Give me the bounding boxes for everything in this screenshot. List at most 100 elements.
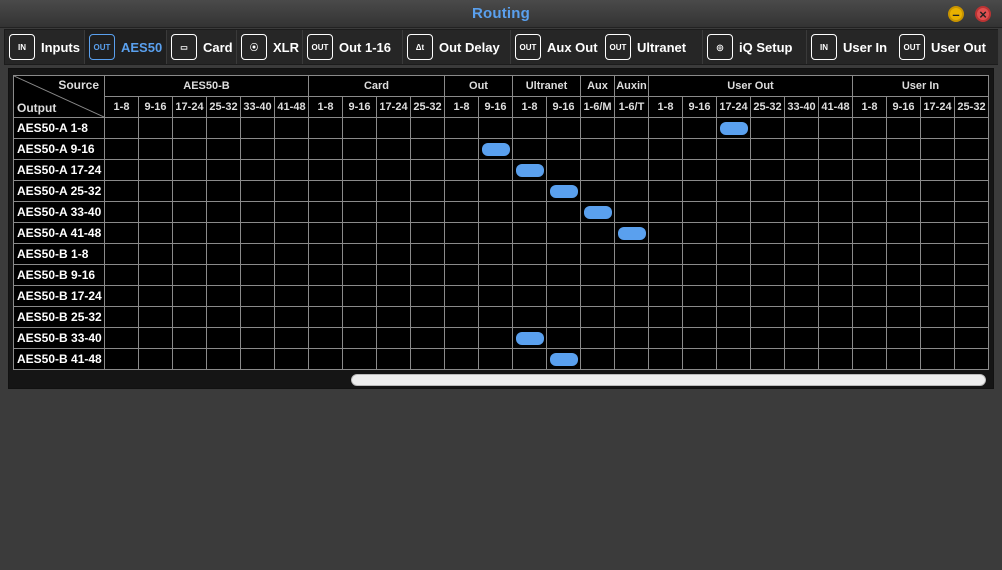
routing-cell[interactable] <box>886 285 921 307</box>
routing-cell[interactable] <box>138 306 173 328</box>
routing-cell[interactable] <box>648 222 683 244</box>
routing-cell[interactable] <box>240 306 275 328</box>
routing-cell[interactable] <box>546 201 581 223</box>
routing-cell[interactable] <box>682 348 717 370</box>
routing-cell[interactable] <box>512 327 547 349</box>
routing-cell[interactable] <box>784 159 819 181</box>
routing-cell[interactable] <box>104 138 139 160</box>
routing-cell[interactable] <box>376 348 411 370</box>
routing-cell[interactable] <box>954 222 989 244</box>
routing-cell[interactable] <box>954 243 989 265</box>
routing-cell[interactable] <box>444 180 479 202</box>
routing-cell[interactable] <box>206 138 241 160</box>
routing-cell[interactable] <box>342 243 377 265</box>
routing-cell[interactable] <box>104 180 139 202</box>
routing-cell[interactable] <box>410 201 445 223</box>
routing-cell[interactable] <box>750 306 785 328</box>
routing-cell[interactable] <box>512 348 547 370</box>
routing-cell[interactable] <box>138 327 173 349</box>
routing-cell[interactable] <box>648 327 683 349</box>
routing-cell[interactable] <box>274 222 309 244</box>
routing-cell[interactable] <box>682 243 717 265</box>
routing-cell[interactable] <box>172 285 207 307</box>
routing-cell[interactable] <box>580 306 615 328</box>
routing-cell[interactable] <box>886 222 921 244</box>
tab-aes50[interactable]: OUT AES50 <box>85 30 167 64</box>
routing-cell[interactable] <box>376 138 411 160</box>
routing-cell[interactable] <box>342 348 377 370</box>
routing-cell[interactable] <box>920 117 955 139</box>
routing-cell[interactable] <box>682 180 717 202</box>
routing-cell[interactable] <box>478 222 513 244</box>
routing-cell[interactable] <box>308 222 343 244</box>
routing-cell[interactable] <box>138 222 173 244</box>
routing-cell[interactable] <box>172 159 207 181</box>
routing-cell[interactable] <box>920 222 955 244</box>
routing-cell[interactable] <box>274 159 309 181</box>
routing-cell[interactable] <box>818 159 853 181</box>
routing-cell[interactable] <box>206 159 241 181</box>
routing-cell[interactable] <box>818 348 853 370</box>
routing-cell[interactable] <box>240 138 275 160</box>
tab-card[interactable]: ▭ Card <box>167 30 237 64</box>
routing-cell[interactable] <box>614 138 649 160</box>
routing-cell[interactable] <box>410 117 445 139</box>
routing-cell[interactable] <box>410 138 445 160</box>
routing-cell[interactable] <box>818 180 853 202</box>
routing-cell[interactable] <box>376 285 411 307</box>
routing-cell[interactable] <box>274 264 309 286</box>
routing-cell[interactable] <box>614 306 649 328</box>
routing-cell[interactable] <box>648 180 683 202</box>
routing-cell[interactable] <box>308 117 343 139</box>
routing-cell[interactable] <box>308 285 343 307</box>
routing-cell[interactable] <box>886 327 921 349</box>
tab-xlr[interactable]: ⦿ XLR <box>237 30 303 64</box>
routing-cell[interactable] <box>342 327 377 349</box>
routing-cell[interactable] <box>886 180 921 202</box>
routing-cell[interactable] <box>512 285 547 307</box>
routing-cell[interactable] <box>852 306 887 328</box>
tab-inputs[interactable]: IN Inputs <box>5 30 85 64</box>
routing-cell[interactable] <box>240 348 275 370</box>
routing-cell[interactable] <box>410 327 445 349</box>
tab-user-out[interactable]: OUT User Out <box>895 30 999 64</box>
routing-cell[interactable] <box>818 201 853 223</box>
routing-cell[interactable] <box>478 264 513 286</box>
routing-cell[interactable] <box>172 201 207 223</box>
routing-cell[interactable] <box>750 264 785 286</box>
routing-cell[interactable] <box>240 180 275 202</box>
routing-cell[interactable] <box>138 201 173 223</box>
routing-cell[interactable] <box>716 159 751 181</box>
routing-cell[interactable] <box>580 222 615 244</box>
routing-cell[interactable] <box>104 348 139 370</box>
routing-cell[interactable] <box>478 306 513 328</box>
tab-out-1-16[interactable]: OUT Out 1-16 <box>303 30 403 64</box>
routing-cell[interactable] <box>376 117 411 139</box>
routing-cell[interactable] <box>444 117 479 139</box>
routing-cell[interactable] <box>410 159 445 181</box>
routing-cell[interactable] <box>716 180 751 202</box>
routing-cell[interactable] <box>954 264 989 286</box>
routing-cell[interactable] <box>308 180 343 202</box>
routing-cell[interactable] <box>580 243 615 265</box>
routing-cell[interactable] <box>376 159 411 181</box>
routing-cell[interactable] <box>342 264 377 286</box>
routing-cell[interactable] <box>920 327 955 349</box>
routing-cell[interactable] <box>478 138 513 160</box>
routing-cell[interactable] <box>750 243 785 265</box>
routing-cell[interactable] <box>308 159 343 181</box>
routing-cell[interactable] <box>172 327 207 349</box>
routing-cell[interactable] <box>682 285 717 307</box>
routing-cell[interactable] <box>682 306 717 328</box>
tab-out-delay[interactable]: Δt Out Delay <box>403 30 511 64</box>
routing-cell[interactable] <box>308 306 343 328</box>
routing-cell[interactable] <box>614 285 649 307</box>
routing-cell[interactable] <box>274 285 309 307</box>
routing-cell[interactable] <box>784 348 819 370</box>
routing-cell[interactable] <box>716 117 751 139</box>
routing-cell[interactable] <box>512 180 547 202</box>
routing-cell[interactable] <box>954 138 989 160</box>
routing-cell[interactable] <box>818 222 853 244</box>
routing-cell[interactable] <box>172 348 207 370</box>
routing-cell[interactable] <box>546 180 581 202</box>
